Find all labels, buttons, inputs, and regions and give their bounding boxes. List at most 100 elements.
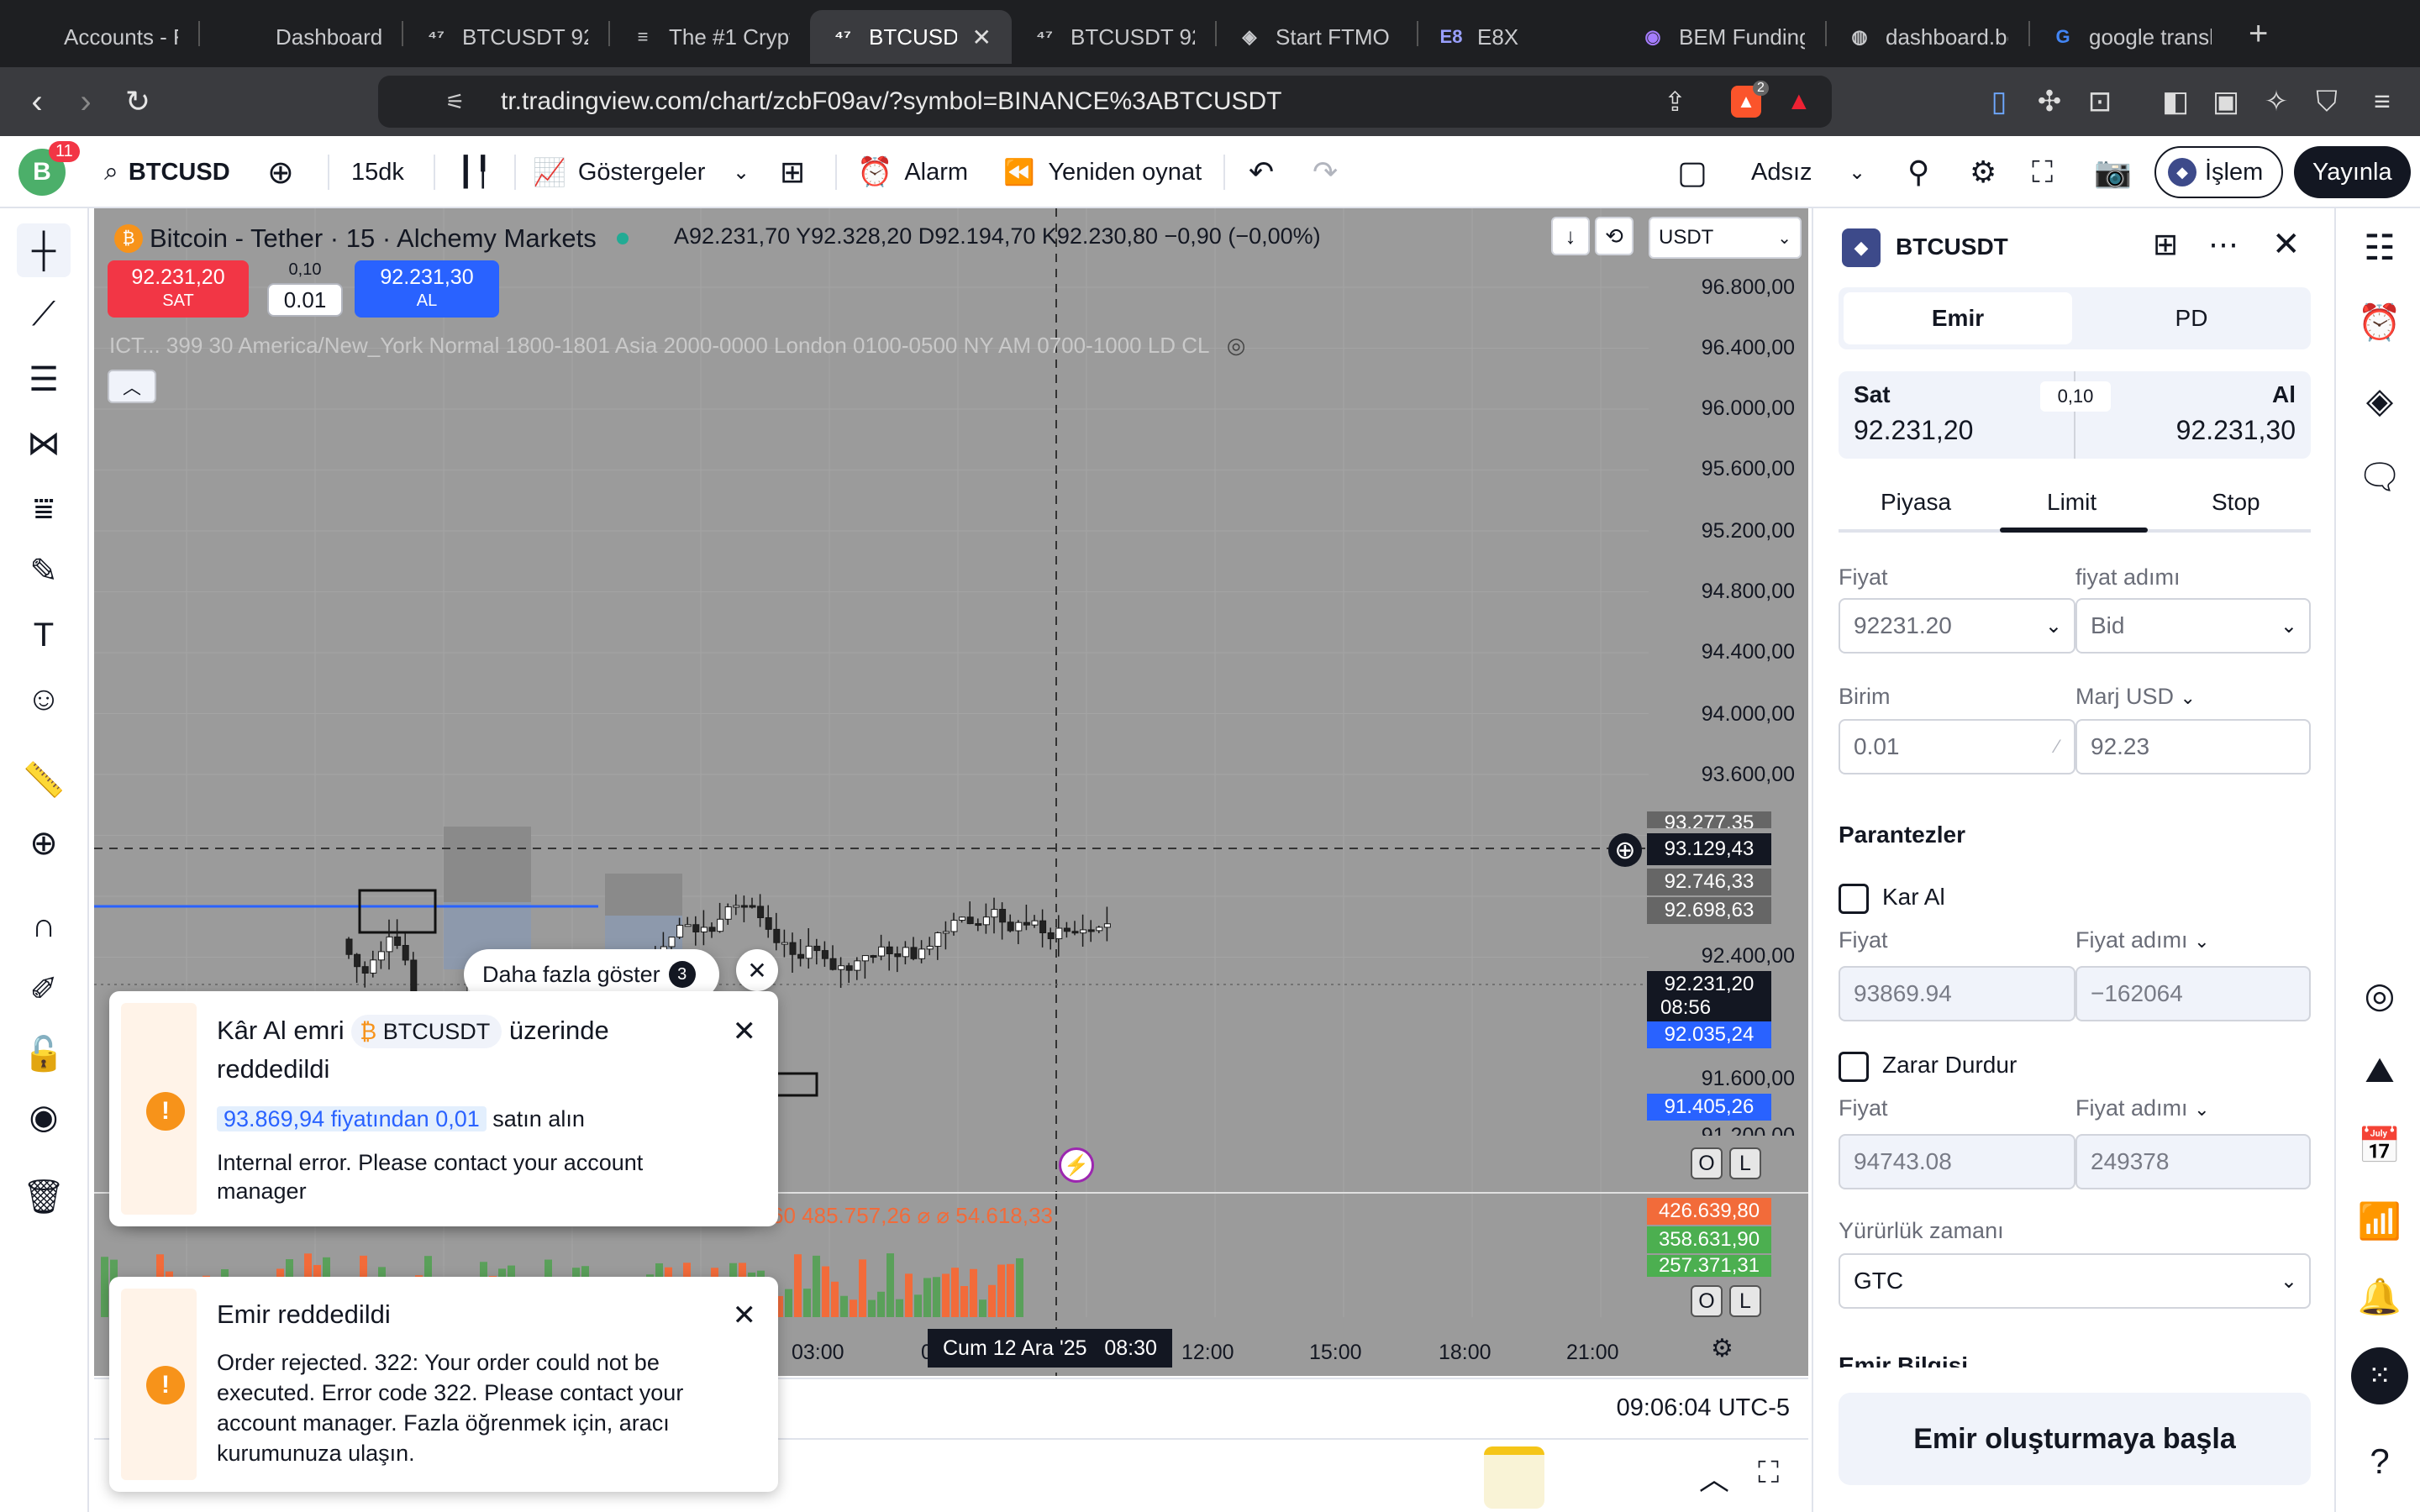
avatar[interactable]: B 11 (18, 136, 80, 208)
text-icon[interactable]: T (17, 608, 71, 662)
indicator-legend[interactable]: ICT... 399 30 America/New_York Normal 18… (109, 333, 1245, 359)
refresh-icon[interactable]: ⟲ (1595, 217, 1634, 255)
bell-icon[interactable]: 🔔 (2354, 1272, 2405, 1322)
puzzle-icon[interactable]: ✣ (2025, 77, 2074, 126)
overlay-l-button[interactable]: L (1729, 1285, 1761, 1317)
toast-order-rejected[interactable]: ! Emir reddedildi Order rejected. 322: Y… (109, 1277, 778, 1492)
layout-grid-icon[interactable]: ⊞ (2153, 227, 2178, 262)
wallet-icon[interactable]: ▣ (2202, 77, 2250, 126)
sidebar-icon[interactable]: ◧ (2151, 77, 2200, 126)
reload-button[interactable]: ↻ (113, 76, 163, 127)
browser-tab[interactable]: ≡ The #1 Crypt (610, 10, 810, 64)
tab-order[interactable]: Emir (1844, 292, 2072, 344)
chart-legend[interactable]: ₿ Bitcoin - Tether · 15 · Alchemy Market… (114, 223, 629, 254)
margin-input[interactable]: 92.23 (2075, 719, 2311, 774)
type-limit[interactable]: Limit (2047, 489, 2096, 516)
trade-button[interactable]: ◆ İşlem (2154, 146, 2284, 198)
close-icon[interactable]: ✕ (733, 1299, 757, 1332)
sell-button[interactable]: 92.231,20 SAT (108, 260, 249, 318)
percent-icon[interactable]: ⁄ (2055, 736, 2059, 758)
share-icon[interactable]: ⇪ (1664, 86, 1686, 118)
layers-icon[interactable]: ◈ (2354, 375, 2405, 425)
browser-tab[interactable]: Ggoogle transl (2030, 10, 2232, 64)
magnet-icon[interactable]: ∩ (17, 899, 71, 953)
chevron-up-icon[interactable]: ︿ (1699, 1455, 1729, 1499)
forecast-icon[interactable]: ⩸ (17, 482, 71, 536)
address-bar[interactable]: ⚟ tr.tradingview.com/chart/zcbF09av/?sym… (378, 76, 1832, 128)
trendline-icon[interactable]: ⟋ (17, 287, 71, 341)
crosshair-icon[interactable]: ┼ (17, 223, 71, 277)
candles-icon[interactable]: ┃╿ (457, 136, 492, 208)
fib-icon[interactable]: ☰ (17, 353, 71, 407)
trash-icon[interactable]: 🗑 (17, 1169, 71, 1223)
lock-drawing-icon[interactable]: ✐ (17, 963, 71, 1016)
close-icon[interactable]: ✕ (733, 1015, 757, 1048)
tif-select[interactable]: GTC ⌄ (1839, 1253, 2311, 1309)
news-feed-icon[interactable]: 📶 (2354, 1196, 2405, 1247)
brush-icon[interactable]: ✎ (17, 544, 71, 598)
tp-price-input[interactable]: 93869.94 (1839, 966, 2075, 1021)
chevron-down-icon[interactable]: ⌄ (733, 136, 750, 208)
add-alert-plus-icon[interactable]: ⊕ (1608, 833, 1642, 867)
close-icon[interactable]: ✕ (972, 24, 992, 51)
tab-pd[interactable]: PD (2077, 292, 2306, 344)
close-icon[interactable]: ✕ (2272, 225, 2301, 264)
sl-step-label[interactable]: Fiyat adımı ⌄ (2075, 1095, 2210, 1121)
browser-tab[interactable]: ◉ BEM Funding (1620, 10, 1825, 64)
browser-tab[interactable]: ◍ dashboard.bo (1827, 10, 2028, 64)
zoom-in-icon[interactable]: ⊕ (17, 816, 71, 870)
dismiss-all-button[interactable]: ✕ (736, 949, 778, 991)
emoji-icon[interactable]: ☺ (17, 672, 71, 726)
interval-button[interactable]: 15dk (351, 136, 404, 208)
compare-add-icon[interactable]: ⊕ (267, 136, 294, 208)
vpn-icon[interactable]: ⛉ (2302, 77, 2351, 126)
maximize-icon[interactable]: ⛶ (1758, 1455, 1779, 1491)
apps-grid-icon[interactable]: ⁙ (2351, 1347, 2408, 1404)
symbol-search-button[interactable]: ⌕ BTCUSD (104, 136, 230, 208)
buy-side[interactable]: Al 92.231,30 (2075, 371, 2311, 459)
toast-take-profit-rejected[interactable]: ! Kâr Al emri ₿ BTCUSDT üzerinde reddedi… (109, 991, 778, 1226)
currency-select[interactable]: USDT ⌄ (1649, 217, 1802, 259)
event-flash-icon[interactable]: ⚡ (1059, 1147, 1094, 1183)
chevron-down-icon[interactable]: ⌄ (1849, 136, 1865, 208)
buy-button[interactable]: 92.231,30 AL (355, 260, 499, 318)
quantity-input[interactable]: 0.01 (267, 283, 343, 317)
site-settings-icon[interactable]: ⚟ (445, 89, 465, 115)
redo-icon[interactable]: ↷ (1313, 136, 1338, 208)
publish-button[interactable]: Yayınla (2294, 146, 2411, 198)
sell-side[interactable]: Sat 92.231,20 (1839, 371, 2074, 459)
watchlist-icon[interactable]: ☷ (2354, 222, 2405, 272)
back-button[interactable]: ‹ (12, 76, 62, 127)
browser-tab-active[interactable]: ⁴⁷ BTCUSD ✕ (810, 10, 1012, 64)
extension-icon[interactable]: ▯ (1975, 77, 2023, 126)
unlock-icon[interactable]: 🔓 (17, 1026, 71, 1080)
alarm-clock-icon[interactable]: ⏰ (2354, 297, 2405, 348)
new-tab-button[interactable]: + (2249, 15, 2268, 53)
create-order-button[interactable]: Emir oluşturmaya başla (1839, 1393, 2311, 1485)
type-market[interactable]: Piyasa (1881, 489, 1951, 516)
unit-input[interactable]: 0.01 ⁄ (1839, 719, 2075, 774)
help-icon[interactable]: ? (2354, 1436, 2405, 1487)
type-stop[interactable]: Stop (2212, 489, 2260, 516)
browser-tab[interactable]: Dashboard - (200, 10, 402, 64)
overlay-l-button[interactable]: L (1729, 1147, 1761, 1179)
axis-settings-icon[interactable]: ⚙ (1711, 1334, 1733, 1363)
pattern-icon[interactable]: ⋈ (17, 417, 71, 470)
price-input[interactable]: 92231.20 ⌄ (1839, 598, 2075, 654)
overlay-o-button[interactable]: O (1691, 1147, 1723, 1179)
undo-icon[interactable]: ↶ (1249, 136, 1274, 208)
stop-loss-checkbox[interactable] (1839, 1052, 1869, 1082)
sl-step-input[interactable]: 249378 (2075, 1134, 2311, 1189)
indicators-button[interactable]: 📈 Göstergeler (533, 136, 705, 208)
tp-step-label[interactable]: Fiyat adımı ⌄ (2075, 927, 2210, 953)
eye-icon[interactable]: ◉ (17, 1090, 71, 1144)
browser-tab[interactable]: ◈ Start FTMO C (1217, 10, 1417, 64)
symbol-chip[interactable]: ₿ BTCUSDT (351, 1015, 502, 1048)
notes-icon[interactable] (1484, 1446, 1544, 1509)
sl-price-input[interactable]: 94743.08 (1839, 1134, 2075, 1189)
more-icon[interactable]: ⋯ (2208, 227, 2238, 262)
ruler-icon[interactable]: 📏 (17, 753, 71, 806)
margin-label[interactable]: Marj USD ⌄ (2075, 684, 2196, 710)
browser-tab[interactable]: ⁴⁷ BTCUSDT 92 (1012, 10, 1215, 64)
target-icon[interactable]: ◎ (2354, 969, 2405, 1020)
